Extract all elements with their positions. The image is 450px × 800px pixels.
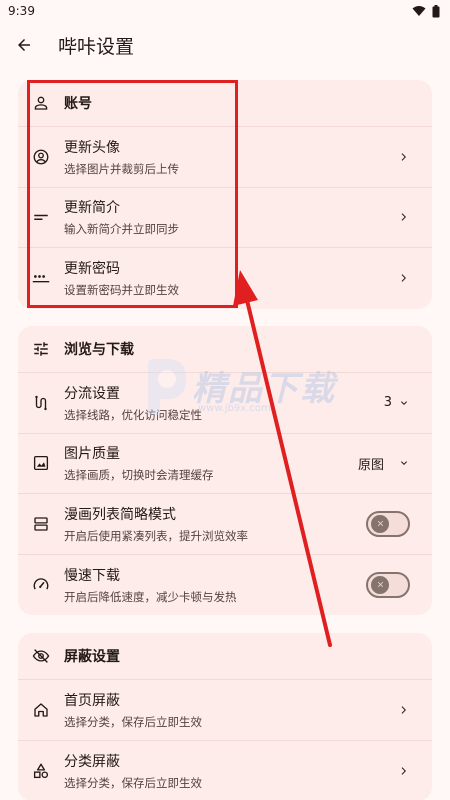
route-dropdown[interactable]: 3: [384, 395, 410, 410]
row-title: 漫画列表简略模式: [64, 506, 176, 523]
row-title: 首页屏蔽: [64, 692, 120, 709]
chevron-right-icon: [401, 706, 406, 714]
app-bar: 哔咔设置: [0, 22, 450, 68]
compact-list-row[interactable]: 漫画列表简略模式 开启后使用紧凑列表，提升浏览效率: [18, 494, 432, 555]
category-icon: [32, 762, 50, 780]
update-avatar-row[interactable]: 更新头像 选择图片并裁剪后上传: [18, 127, 432, 188]
row-subtitle: 设置新密码并立即生效: [64, 283, 179, 298]
image-icon: [32, 454, 50, 472]
chevron-right-icon: [401, 213, 406, 221]
chevron-down-icon: [401, 401, 407, 405]
tune-icon: [34, 342, 48, 356]
category-block-row[interactable]: 分类屏蔽 选择分类，保存后立即生效: [18, 741, 432, 800]
row-subtitle: 选择分类，保存后立即生效: [64, 775, 202, 790]
block-settings-card: 屏蔽设置 首页屏蔽 选择分类，保存后立即生效 分类屏蔽 选择分类，保存后立即生效: [18, 633, 432, 800]
row-title: 分流设置: [64, 385, 120, 402]
row-title: 慢速下载: [64, 567, 120, 584]
home-block-row[interactable]: 首页屏蔽 选择分类，保存后立即生效: [18, 680, 432, 741]
status-time: 9:39: [8, 4, 35, 18]
arrow-back-icon: [18, 39, 30, 51]
chevron-right-icon: [401, 767, 406, 775]
row-subtitle: 开启后使用紧凑列表，提升浏览效率: [64, 528, 248, 543]
row-title: 更新简介: [64, 200, 120, 217]
row-title: 分类屏蔽: [64, 753, 120, 770]
status-bar: 9:39: [0, 0, 450, 22]
short-text-icon: [32, 208, 50, 226]
route-icon: [32, 394, 50, 412]
account-card: 账号 更新头像 选择图片并裁剪后上传 更新简介 输入新简介并立即同步 更新密码 …: [18, 80, 432, 309]
close-icon: [377, 521, 383, 527]
row-subtitle: 选择图片并裁剪后上传: [64, 161, 179, 176]
block-header: 屏蔽设置: [18, 633, 432, 680]
account-header: 账号: [18, 80, 432, 127]
back-button[interactable]: [2, 23, 46, 67]
account-circle-icon: [32, 148, 50, 166]
slow-download-row[interactable]: 慢速下载 开启后降低速度，减少卡顿与发热: [18, 555, 432, 616]
row-title: 更新密码: [64, 261, 120, 278]
row-subtitle: 选择分类，保存后立即生效: [64, 714, 202, 729]
speed-icon: [32, 576, 50, 594]
row-title: 更新头像: [64, 139, 120, 156]
battery-icon: [432, 4, 440, 17]
row-subtitle: 输入新简介并立即同步: [64, 222, 179, 237]
update-password-row[interactable]: 更新密码 设置新密码并立即生效: [18, 248, 432, 309]
chevron-down-icon: [401, 461, 407, 466]
chevron-right-icon: [401, 274, 406, 282]
visibility-off-icon: [32, 649, 50, 663]
route-value: 3: [383, 395, 392, 411]
account-header-title: 账号: [64, 96, 92, 112]
row-subtitle: 选择画质，切换时会清理缓存: [64, 468, 214, 483]
browse-download-card: 浏览与下载 分流设置 选择线路，优化访问稳定性 3 图片质量 选择画质，切换时会…: [18, 326, 432, 615]
person-icon: [34, 96, 48, 110]
row-title: 图片质量: [64, 446, 120, 463]
block-header-title: 屏蔽设置: [64, 649, 120, 665]
browse-header: 浏览与下载: [18, 326, 432, 373]
home-icon: [32, 701, 50, 719]
slow-download-toggle[interactable]: [366, 571, 410, 598]
update-bio-row[interactable]: 更新简介 输入新简介并立即同步: [18, 188, 432, 248]
browse-header-title: 浏览与下载: [64, 342, 134, 358]
row-subtitle: 开启后降低速度，减少卡顿与发热: [64, 589, 237, 604]
password-icon: [32, 269, 50, 287]
close-icon: [377, 582, 383, 588]
row-subtitle: 选择线路，优化访问稳定性: [64, 407, 202, 422]
view-agenda-icon: [32, 515, 50, 533]
route-setting-row[interactable]: 分流设置 选择线路，优化访问稳定性 3: [18, 373, 432, 434]
image-quality-row[interactable]: 图片质量 选择画质，切换时会清理缓存 原图: [18, 434, 432, 494]
page-title: 哔咔设置: [58, 35, 135, 58]
image-quality-value: 原图: [357, 457, 384, 473]
wifi-icon: [412, 6, 426, 16]
image-quality-dropdown[interactable]: 原图: [358, 454, 410, 473]
compact-list-toggle[interactable]: [366, 510, 410, 537]
chevron-right-icon: [401, 153, 406, 161]
